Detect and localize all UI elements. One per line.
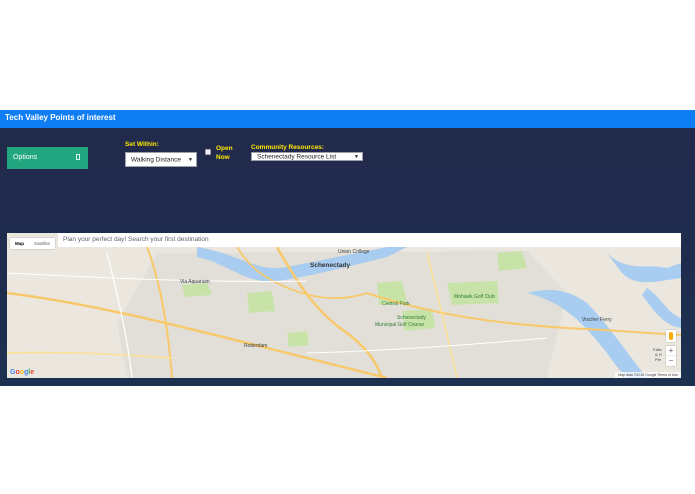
map-type-control[interactable]: Map Satellite <box>10 238 56 249</box>
map-search-input[interactable]: Plan your perfect day! Search your first… <box>58 233 681 247</box>
set-within-label: Set Within: <box>125 141 159 148</box>
options-button[interactable]: Options <box>7 147 88 169</box>
map-label-municipal-golf-2: Municipal Golf Course <box>375 322 425 328</box>
map-label-central-park: Central Park <box>382 301 410 307</box>
distance-select-value: Walking Distance <box>131 156 181 163</box>
google-logo: Google <box>10 369 35 376</box>
map-label-rotterdam: Rotterdam <box>244 343 268 349</box>
map-type-satellite-button[interactable]: Satellite <box>29 238 55 249</box>
map-label-right-edge-3: Pre <box>655 357 662 362</box>
map-label-municipal-golf-1: Schenectady <box>397 315 426 321</box>
street-view-pegman-icon[interactable] <box>666 330 676 342</box>
resource-select[interactable]: Schenectady Resource List ▼ <box>251 152 363 161</box>
map[interactable]: Plan your perfect day! Search your first… <box>7 233 681 378</box>
community-resources-label: Community Resources: <box>251 144 324 151</box>
map-label-vischer-ferry: Vischer Ferry <box>582 317 612 323</box>
chevron-down-icon: ▼ <box>188 156 193 163</box>
zoom-in-button[interactable]: + <box>666 346 676 356</box>
options-button-label: Options <box>13 154 38 161</box>
map-search-placeholder: Plan your perfect day! Search your first… <box>63 236 209 243</box>
chevron-down-icon: ▼ <box>354 153 359 160</box>
title-bar: Tech Valley Points of interest <box>0 110 695 128</box>
map-label-via-aquarium: Via Aquarium <box>180 279 210 285</box>
options-toggle-icon <box>76 154 80 160</box>
distance-select[interactable]: Walking Distance ▼ <box>125 152 197 167</box>
map-label-schenectady: Schenectady <box>310 262 351 269</box>
map-attribution[interactable]: Map data ©2018 Google Terms of Use <box>615 372 681 378</box>
page-title: Tech Valley Points of interest <box>5 113 116 122</box>
zoom-out-button[interactable]: − <box>666 356 676 366</box>
open-now-checkbox[interactable] <box>205 149 211 155</box>
map-label-mohawk-golf: Mohawk Golf Club <box>454 294 495 300</box>
app-container: Tech Valley Points of interest Options S… <box>0 110 695 386</box>
map-label-union-college: Union College <box>338 249 370 255</box>
map-type-map-button[interactable]: Map <box>10 238 29 249</box>
open-now-label: Open Now <box>216 145 233 161</box>
resource-select-value: Schenectady Resource List <box>257 153 337 160</box>
